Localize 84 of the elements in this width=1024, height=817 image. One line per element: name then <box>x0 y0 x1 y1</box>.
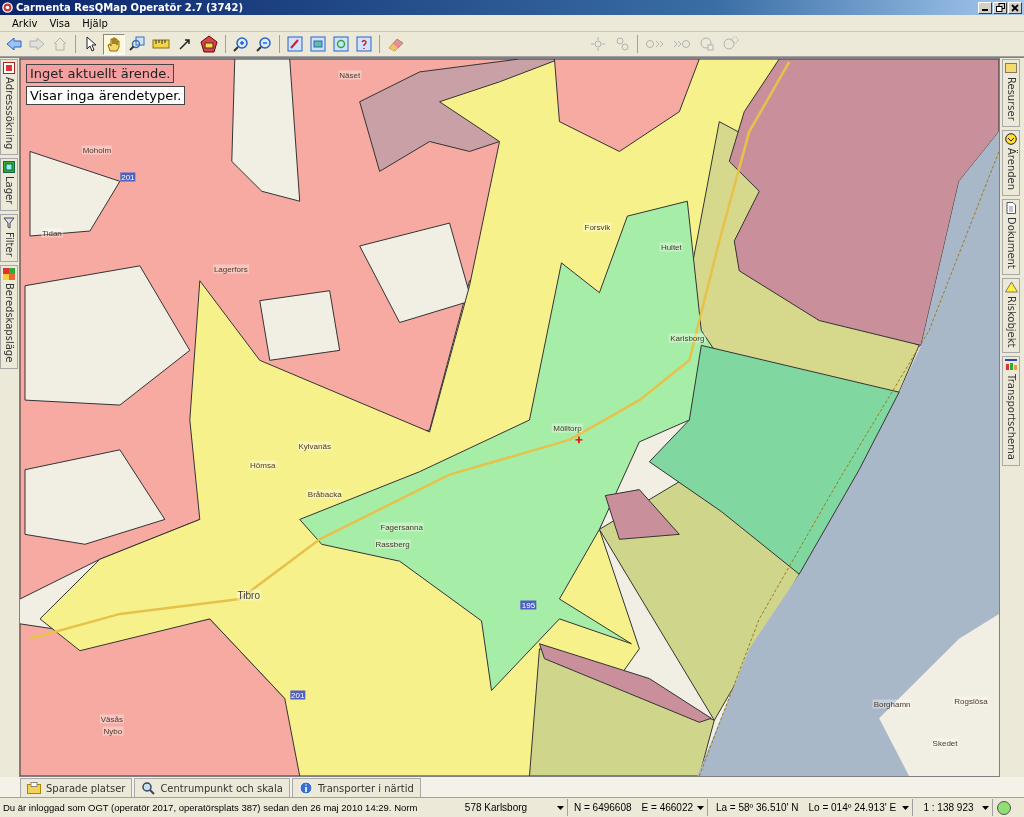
layers-icon <box>3 161 15 174</box>
status-dropdown[interactable]: 578 Karlsborg <box>433 799 568 816</box>
place-label: Kylvanäs <box>297 441 332 451</box>
house-icon <box>52 36 68 52</box>
document-icon <box>1005 201 1017 214</box>
magnifier-icon <box>141 781 156 795</box>
side-tab[interactable]: Beredskapsläge <box>0 265 18 369</box>
pointer-icon <box>83 36 99 52</box>
left-arrow-icon <box>6 36 22 52</box>
side-tab[interactable]: Ärenden <box>1002 129 1020 196</box>
caret-icon <box>697 806 704 810</box>
place-label: Forsvik <box>583 222 612 232</box>
place-label: Karlsborg <box>669 333 706 343</box>
pentagon-icon <box>200 35 218 53</box>
ruler-icon <box>152 36 170 52</box>
menu-item[interactable]: Hjälp <box>78 17 112 29</box>
side-tab[interactable]: Transportschema <box>1002 356 1020 467</box>
place-label: Tidan <box>41 228 63 238</box>
menu-item[interactable]: Arkiv <box>8 17 42 29</box>
toolbar-button[interactable] <box>197 33 221 55</box>
minimize-icon <box>982 9 988 11</box>
side-tab[interactable]: Filter <box>0 213 18 263</box>
close-icon <box>1011 3 1019 12</box>
circle-gear-icon <box>722 36 740 52</box>
close-button[interactable] <box>1008 1 1022 14</box>
bottom-tab[interactable]: Transporter i närtid <box>291 778 421 797</box>
triangle-icon <box>1004 280 1018 293</box>
colored-grid-icon <box>3 268 15 281</box>
place-label: Moholm <box>81 146 113 155</box>
caret-icon <box>902 806 909 810</box>
side-tab[interactable]: Lager <box>0 158 18 211</box>
place-label: Hultet <box>659 242 683 252</box>
folder-icon <box>27 782 41 794</box>
question-icon <box>356 36 372 52</box>
place-label: Rassberg <box>374 539 411 549</box>
side-tab[interactable]: Riskobjekt <box>1002 277 1020 354</box>
restore-icon <box>995 3 1005 12</box>
right-arrow-icon <box>29 36 45 52</box>
bottom-tab[interactable]: Sparade platser <box>20 778 133 797</box>
place-label: Nybo <box>102 726 124 736</box>
side-tab[interactable]: Resurser <box>1002 59 1020 127</box>
place-label: Mölltorp <box>552 423 583 433</box>
road-number-sign: 195 <box>520 600 537 610</box>
folder-icon <box>1005 62 1017 74</box>
status-dropdown[interactable]: N = 6496608 E = 466022 <box>568 799 708 816</box>
chart-icon <box>1005 359 1017 372</box>
diagonal-arrow-icon <box>177 36 193 52</box>
road-number-sign: 201 <box>120 172 136 182</box>
crosshair-icon <box>589 36 607 52</box>
place-label: Tibro <box>236 589 261 601</box>
bottom-tab[interactable]: Centrumpunkt och skala <box>134 778 290 797</box>
status-notice: Inget aktuellt ärende. <box>26 64 175 83</box>
minimize-button[interactable] <box>978 1 992 14</box>
status-message: Du är inloggad som OGT (operatör 2017, operatörsplats 387) sedan den 26 maj 2010 14:29. Norm <box>2 802 419 813</box>
status-dropdown[interactable]: 1 : 138 923 <box>913 799 993 816</box>
pencil-icon <box>287 36 303 52</box>
zoom-out-icon <box>256 36 272 52</box>
hand-icon <box>106 36 122 52</box>
window-icon <box>310 36 326 52</box>
place-label: Väsås <box>99 714 124 724</box>
restore-button[interactable] <box>993 1 1007 14</box>
place-label: Lagerfors <box>212 264 249 274</box>
road-number-sign: 201 <box>290 690 306 700</box>
caret-icon <box>982 806 989 810</box>
caret-icon <box>557 806 564 810</box>
app-logo-icon <box>2 2 13 13</box>
side-tab[interactable]: Adresssökning <box>0 59 18 156</box>
info-icon <box>298 781 313 795</box>
window-title: Carmenta ResQMap Operatör 2.7 (3742) <box>16 2 243 13</box>
place-label: Näset <box>338 70 362 80</box>
place-label: Rogslösa <box>953 696 989 706</box>
status-notice: Visar inga ärendetyper. <box>26 86 186 105</box>
eraser-icon <box>387 36 405 52</box>
place-label: Borghamn <box>872 699 912 709</box>
place-label: Fagersanna <box>379 522 424 532</box>
place-label: Hömsa <box>249 460 277 470</box>
menu-item[interactable]: Visa <box>45 17 75 29</box>
magnifier-icon <box>129 36 145 52</box>
side-tab[interactable]: Dokument <box>1002 198 1020 275</box>
place-label: Bråbacka <box>306 489 343 499</box>
zoom-in-icon <box>233 36 249 52</box>
place-label: Skedet <box>931 738 959 748</box>
funnel-icon <box>3 216 15 229</box>
status-dropdown[interactable]: La = 58º 36.510' N Lo = 014º 24.913' E <box>708 799 913 816</box>
